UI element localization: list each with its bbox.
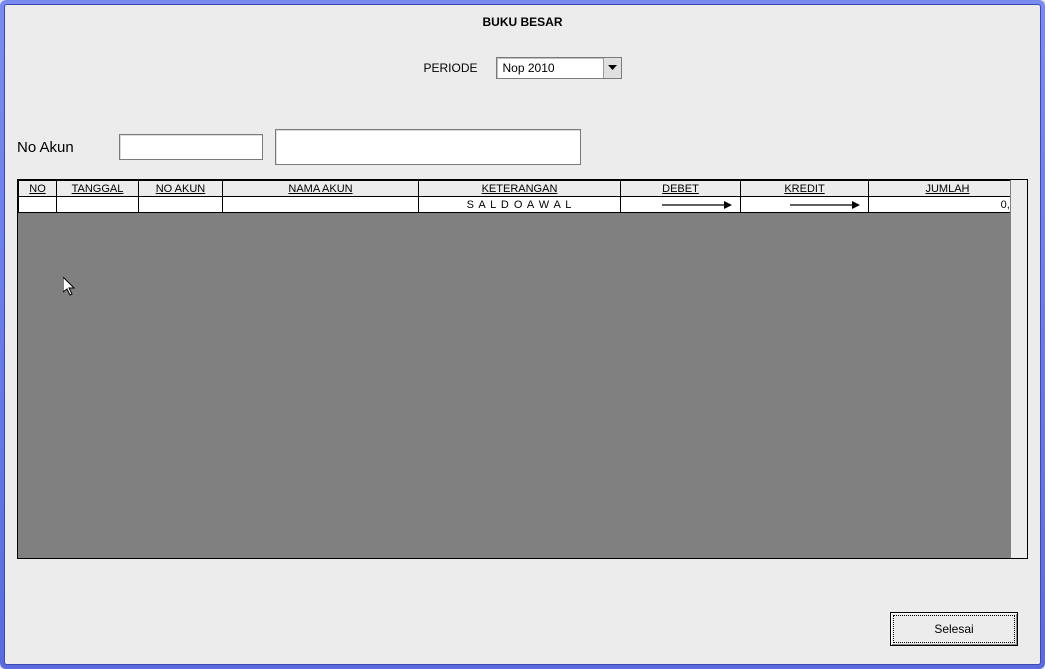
cell-no (19, 197, 57, 213)
chevron-down-icon[interactable] (603, 58, 621, 78)
col-header-jumlah[interactable]: JUMLAH (869, 181, 1027, 197)
col-header-kredit[interactable]: KREDIT (741, 181, 869, 197)
footer: Selesai (890, 612, 1018, 646)
ledger-table: NO TANGGAL NO AKUN NAMA AKUN KETERANGAN … (18, 180, 1027, 213)
periode-dropdown-value: Nop 2010 (503, 61, 603, 75)
no-akun-name-input[interactable] (275, 129, 581, 165)
cell-namaakun (223, 197, 419, 213)
periode-row: PERIODE Nop 2010 (17, 57, 1028, 79)
periode-label: PERIODE (423, 61, 477, 75)
window-frame: BUKU BESAR PERIODE Nop 2010 No Akun NO T… (0, 0, 1045, 669)
cell-keterangan: S A L D O A W A L (419, 197, 621, 213)
cell-debet (621, 197, 741, 213)
arrow-right-icon (662, 201, 732, 209)
col-header-namaakun[interactable]: NAMA AKUN (223, 181, 419, 197)
cell-tanggal (57, 197, 139, 213)
col-header-debet[interactable]: DEBET (621, 181, 741, 197)
no-akun-label: No Akun (17, 139, 107, 156)
cell-kredit (741, 197, 869, 213)
no-akun-code-input[interactable] (119, 134, 263, 160)
selesai-button[interactable]: Selesai (890, 612, 1018, 646)
table-header-row: NO TANGGAL NO AKUN NAMA AKUN KETERANGAN … (19, 181, 1027, 197)
page-title: BUKU BESAR (17, 15, 1028, 29)
col-header-keterangan[interactable]: KETERANGAN (419, 181, 621, 197)
table-row[interactable]: S A L D O A W A L (19, 197, 1027, 213)
col-header-tanggal[interactable]: TANGGAL (57, 181, 139, 197)
col-header-no[interactable]: NO (19, 181, 57, 197)
periode-dropdown[interactable]: Nop 2010 (496, 57, 622, 79)
cell-noakun (139, 197, 223, 213)
ledger-grid: NO TANGGAL NO AKUN NAMA AKUN KETERANGAN … (17, 179, 1028, 559)
window-content: BUKU BESAR PERIODE Nop 2010 No Akun NO T… (4, 4, 1041, 665)
no-akun-row: No Akun (17, 129, 1028, 165)
arrow-right-icon (790, 201, 860, 209)
cell-jumlah: 0,00 (869, 197, 1027, 213)
grid-vertical-scrollbar[interactable] (1010, 180, 1027, 558)
col-header-noakun[interactable]: NO AKUN (139, 181, 223, 197)
